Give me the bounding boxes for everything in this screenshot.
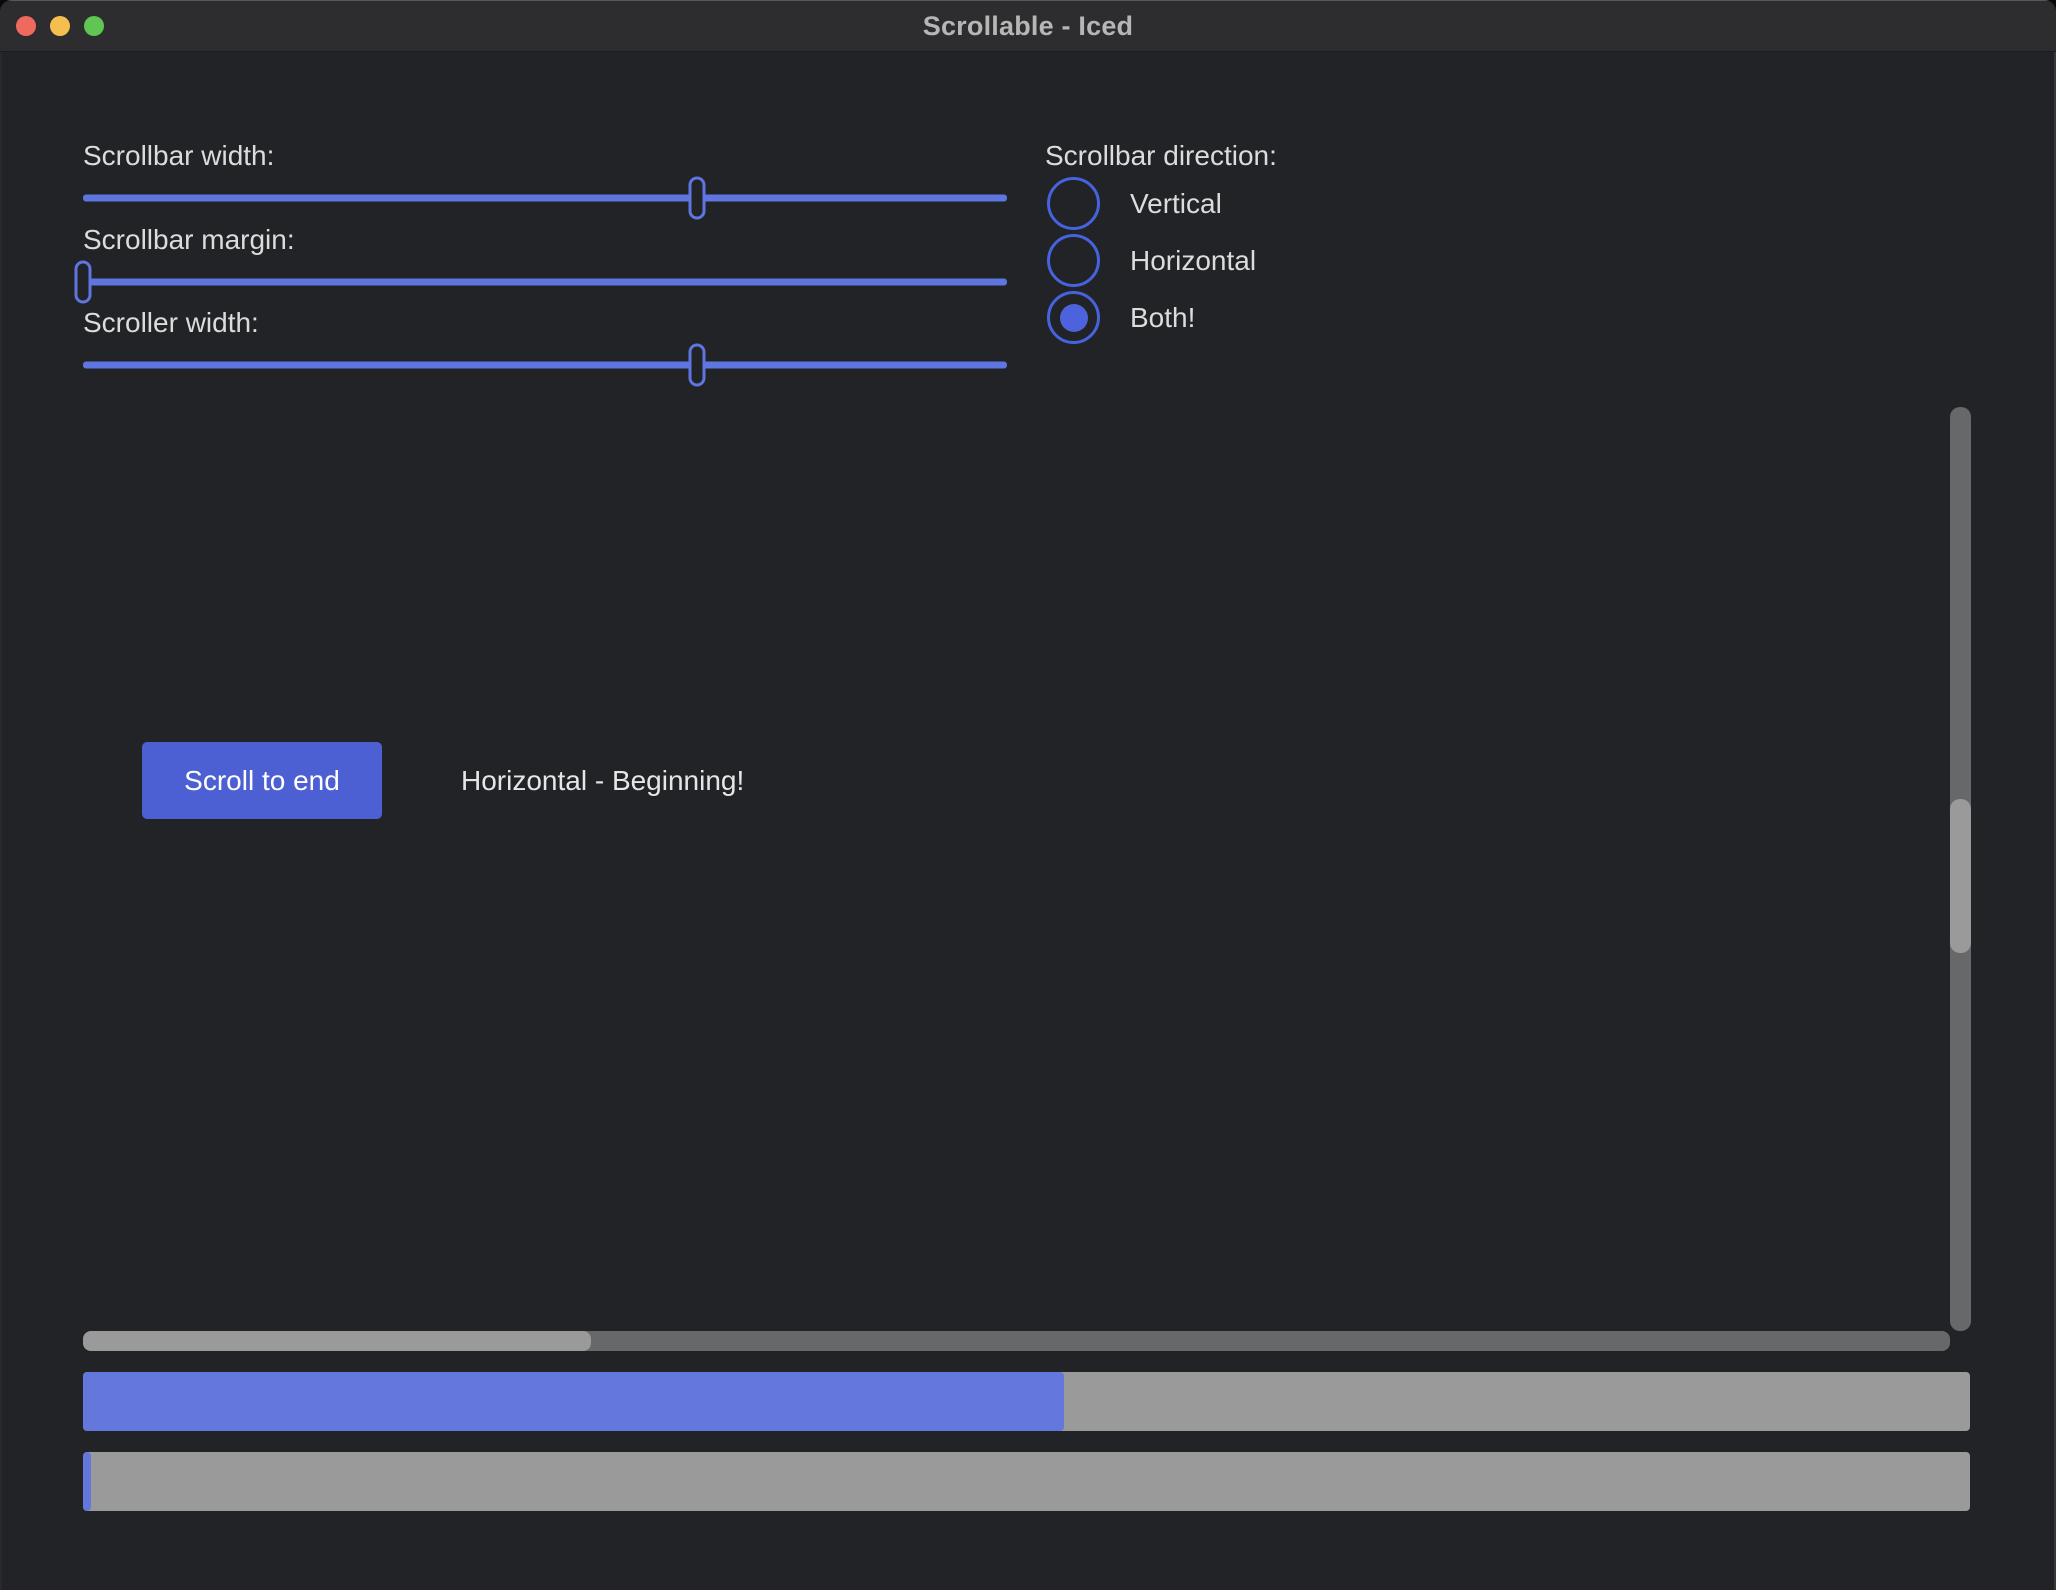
zoom-button[interactable] <box>84 16 104 36</box>
radio-option-horizontal[interactable]: Horizontal <box>1047 234 1256 287</box>
slider-scroller-width[interactable] <box>83 343 1007 387</box>
slider-rail[interactable] <box>83 195 1007 202</box>
traffic-lights <box>16 0 104 52</box>
horizontal-scrollbar-thumb[interactable] <box>83 1331 591 1351</box>
slider-handle[interactable] <box>75 261 92 304</box>
horizontal-scrollbar-track[interactable] <box>83 1331 1950 1351</box>
slider-handle[interactable] <box>689 177 706 220</box>
radio-icon[interactable] <box>1047 177 1100 230</box>
radio-label: Vertical <box>1130 188 1222 220</box>
slider-handle[interactable] <box>689 344 706 387</box>
app-window: Scrollable - Iced Scrollbar width: Scrol… <box>0 0 2056 1590</box>
radio-icon[interactable] <box>1047 291 1100 344</box>
slider-scrollbar-width[interactable] <box>83 176 1007 220</box>
radio-label: Both! <box>1130 302 1195 334</box>
vertical-scrollbar-thumb[interactable] <box>1950 799 1971 953</box>
radio-option-vertical[interactable]: Vertical <box>1047 177 1222 230</box>
scroll-to-end-button[interactable]: Scroll to end <box>142 742 382 819</box>
progress-fill <box>83 1452 91 1511</box>
slider-rail[interactable] <box>83 279 1007 286</box>
titlebar[interactable]: Scrollable - Iced <box>0 0 2056 52</box>
progress-fill <box>83 1372 1064 1431</box>
radio-selected-dot <box>1060 304 1088 332</box>
close-button[interactable] <box>16 16 36 36</box>
slider-label-scrollbar-width: Scrollbar width: <box>83 140 274 172</box>
radio-icon[interactable] <box>1047 234 1100 287</box>
slider-label-scrollbar-margin: Scrollbar margin: <box>83 224 295 256</box>
horizontal-offset-progress-bar <box>83 1372 1970 1431</box>
slider-rail[interactable] <box>83 362 1007 369</box>
window-title: Scrollable - Iced <box>923 11 1133 42</box>
vertical-offset-progress-bar <box>83 1452 1970 1511</box>
slider-label-scroller-width: Scroller width: <box>83 307 259 339</box>
minimize-button[interactable] <box>50 16 70 36</box>
slider-scrollbar-margin[interactable] <box>83 260 1007 304</box>
radio-group-label: Scrollbar direction: <box>1045 140 1277 172</box>
radio-label: Horizontal <box>1130 245 1256 277</box>
vertical-scrollbar-track[interactable] <box>1950 407 1971 1331</box>
radio-option-both[interactable]: Both! <box>1047 291 1195 344</box>
scroll-status-text: Horizontal - Beginning! <box>461 742 744 819</box>
